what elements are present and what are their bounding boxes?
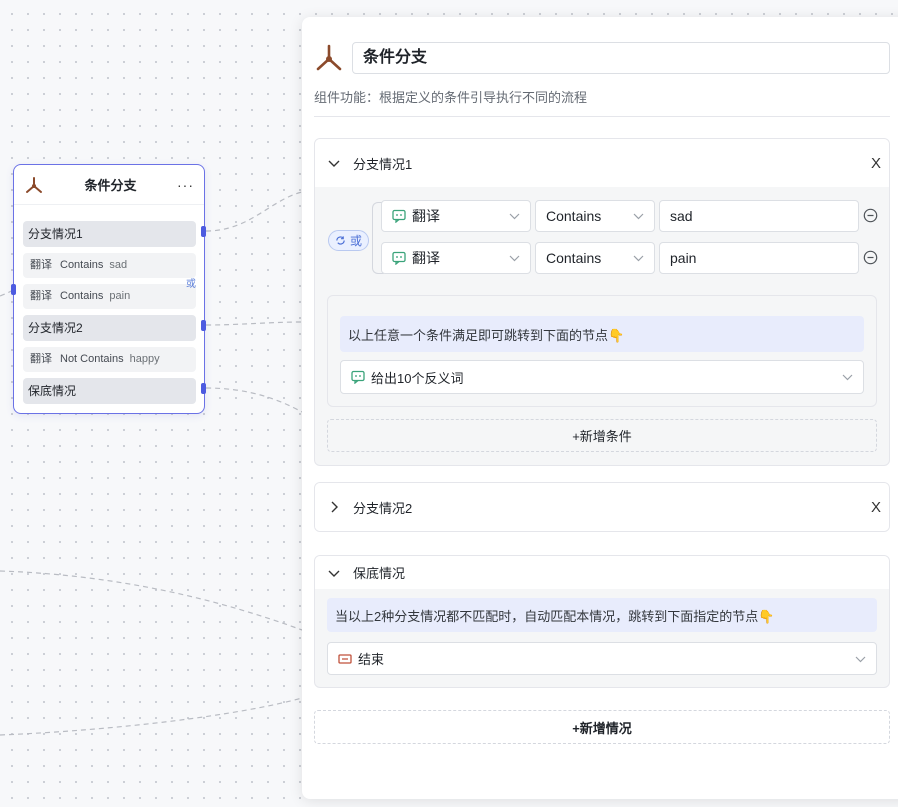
node-case-1[interactable]: 分支情况1 xyxy=(23,221,196,247)
condition2-field: 翻译 xyxy=(412,250,440,266)
default-hint: 当以上2种分支情况都不匹配时，自动匹配本情况，跳转到下面指定的节点👇 xyxy=(327,598,877,632)
default-target-label: 结束 xyxy=(358,652,385,667)
case1-hint: 以上任意一个条件满足即可跳转到下面的节点👇 xyxy=(340,316,864,352)
node-title-input[interactable]: 条件分支 xyxy=(352,42,890,74)
condition-value: pain xyxy=(109,290,131,302)
divider xyxy=(314,116,890,117)
node-condition-3: 翻译 Not Contains happy xyxy=(23,347,196,372)
node-default-case[interactable]: 保底情况 xyxy=(23,378,196,404)
case1-label: 分支情况1 xyxy=(353,156,413,172)
chevron-down-icon xyxy=(633,213,644,220)
default-label: 保底情况 xyxy=(353,566,406,581)
chevron-down-icon xyxy=(633,255,644,262)
node-condition-1: 翻译 Contains sad xyxy=(23,253,196,278)
chat-model-icon xyxy=(351,370,365,384)
case1-section: 分支情况1 X 或 翻译 Contains sad 翻译 Contains pa… xyxy=(314,138,890,466)
case1-target-box: 以上任意一个条件满足即可跳转到下面的节点👇 给出10个反义词 xyxy=(327,295,877,407)
node-case-2[interactable]: 分支情况2 xyxy=(23,315,196,341)
chevron-down-icon xyxy=(855,656,866,663)
condition-field: 翻译 xyxy=(30,259,52,271)
case1-header[interactable]: 分支情况1 X xyxy=(315,139,889,187)
condition-operator: Contains xyxy=(60,259,104,271)
chevron-down-icon xyxy=(509,213,520,220)
case1-target-select[interactable]: 给出10个反义词 xyxy=(340,360,864,394)
condition-field: 翻译 xyxy=(30,290,52,302)
more-options-icon[interactable]: ··· xyxy=(177,177,194,193)
default-section: 保底情况 当以上2种分支情况都不匹配时，自动匹配本情况，跳转到下面指定的节点👇 … xyxy=(314,555,890,688)
add-condition-button[interactable]: +新增条件 xyxy=(327,419,877,452)
input-handle[interactable] xyxy=(11,284,16,295)
config-panel: 条件分支 组件功能：根据定义的条件引导执行不同的流程 分支情况1 X 或 翻译 … xyxy=(302,17,898,799)
chevron-right-icon[interactable] xyxy=(327,500,341,514)
condition-branch-node[interactable]: 条件分支 ··· 分支情况1 翻译 Contains sad 翻译 Contains p… xyxy=(11,164,206,414)
condition1-value-input[interactable]: sad xyxy=(659,200,859,232)
edge-from-default xyxy=(205,387,303,413)
default-header[interactable]: 保底情况 xyxy=(315,556,889,589)
condition-value: sad xyxy=(109,259,128,271)
condition2-operator: Contains xyxy=(546,250,602,266)
condition2-operator-select[interactable]: Contains xyxy=(535,242,655,274)
condition1-field-select[interactable]: 翻译 xyxy=(381,200,531,232)
swap-icon xyxy=(336,236,345,245)
condition-operator: Contains xyxy=(60,290,104,302)
edge-lower-1 xyxy=(0,570,303,631)
case2-label: 分支情况2 xyxy=(353,500,413,516)
branch-fork-icon xyxy=(316,44,342,71)
delete-case-button[interactable]: X xyxy=(871,499,881,516)
condition-value: happy xyxy=(129,353,160,365)
panel-description: 组件功能：根据定义的条件引导执行不同的流程 xyxy=(314,90,588,105)
remove-condition-icon[interactable] xyxy=(863,250,878,265)
case2-header[interactable]: 分支情况2 X xyxy=(315,483,889,531)
branch-fork-icon xyxy=(26,176,42,193)
add-case-button[interactable]: +新增情况 xyxy=(314,710,890,744)
condition-operator: Not Contains xyxy=(60,353,124,365)
end-node-icon xyxy=(338,653,352,664)
chat-model-icon xyxy=(392,251,406,265)
chevron-down-icon[interactable] xyxy=(327,156,341,170)
edge-from-case1 xyxy=(205,191,303,232)
edge-lower-2 xyxy=(0,697,303,736)
condition-field: 翻译 xyxy=(30,353,52,365)
default-output-handle[interactable] xyxy=(201,383,206,394)
condition1-operator-select[interactable]: Contains xyxy=(535,200,655,232)
condition1-field: 翻译 xyxy=(412,208,440,224)
logic-label: 或 xyxy=(349,234,362,248)
delete-case-button[interactable]: X xyxy=(871,155,881,172)
case2-section: 分支情况2 X xyxy=(314,482,890,532)
chevron-down-icon xyxy=(509,255,520,262)
condition2-value-input[interactable]: pain xyxy=(659,242,859,274)
condition1-operator: Contains xyxy=(546,208,602,224)
remove-condition-icon[interactable] xyxy=(863,208,878,223)
node-title: 条件分支 xyxy=(84,178,137,193)
node-header: 条件分支 ··· xyxy=(14,165,204,205)
logic-toggle[interactable]: 或 xyxy=(328,230,369,251)
edge-from-case2 xyxy=(205,321,303,326)
default-target-select[interactable]: 结束 xyxy=(327,642,877,675)
condition2-field-select[interactable]: 翻译 xyxy=(381,242,531,274)
case1-output-handle[interactable] xyxy=(201,226,206,237)
case1-target-label: 给出10个反义词 xyxy=(371,370,464,386)
case2-output-handle[interactable] xyxy=(201,320,206,331)
chevron-down-icon[interactable] xyxy=(327,566,341,580)
chat-model-icon xyxy=(392,209,406,223)
panel-header: 条件分支 xyxy=(314,42,890,74)
chevron-down-icon xyxy=(842,374,853,381)
node-or-label: 或 xyxy=(186,279,196,290)
node-condition-2: 翻译 Contains pain xyxy=(23,284,196,309)
